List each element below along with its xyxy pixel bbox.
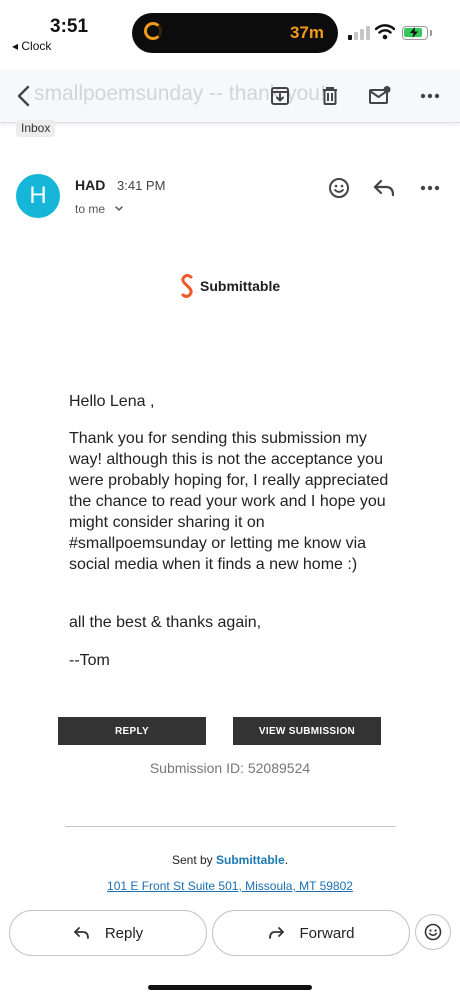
email-closing: all the best & thanks again, xyxy=(69,614,262,631)
back-button[interactable] xyxy=(6,78,42,114)
recipient-text: to me xyxy=(75,202,106,216)
mark-unread-icon xyxy=(369,86,391,104)
battery-tip xyxy=(430,30,432,36)
forward-button[interactable]: Forward xyxy=(212,910,410,956)
sender-name[interactable]: HAD xyxy=(75,177,105,193)
submittable-logo: Submittable xyxy=(180,274,280,298)
archive-button[interactable] xyxy=(262,78,298,114)
back-to-clock-link[interactable]: ◂ Clock xyxy=(12,39,51,53)
archive-icon xyxy=(271,87,289,105)
sent-by-suffix: . xyxy=(284,853,289,867)
cellular-signal-icon xyxy=(348,26,370,40)
battery-icon xyxy=(402,26,428,40)
inbox-label-chip[interactable]: Inbox xyxy=(16,120,56,137)
home-indicator[interactable] xyxy=(148,985,312,990)
charging-bolt-icon xyxy=(410,27,418,38)
status-bar: 3:51 ◂ Clock 37m xyxy=(0,0,460,70)
view-submission-button[interactable]: VIEW SUBMISSION xyxy=(233,717,381,745)
react-emoji-button[interactable] xyxy=(327,176,351,200)
chevron-down-icon xyxy=(115,206,124,212)
reply-button[interactable]: Reply xyxy=(9,910,207,956)
sent-time: 3:41 PM xyxy=(117,178,166,193)
smiley-face-icon xyxy=(424,923,442,941)
dynamic-island[interactable]: 37m xyxy=(132,13,338,53)
message-toolbar: smallpoemsunday -- thank you! xyxy=(0,70,460,123)
emoji-reaction-button[interactable] xyxy=(415,914,451,950)
more-horizontal-icon xyxy=(420,93,440,99)
reply-arrow-icon xyxy=(373,179,395,197)
footer-divider xyxy=(65,826,396,827)
reply-icon-button[interactable] xyxy=(372,176,396,200)
sent-by-brand-link[interactable]: Submittable xyxy=(216,853,285,867)
timer-ring-icon xyxy=(144,22,162,40)
sender-avatar[interactable]: H xyxy=(16,174,60,218)
mark-unread-button[interactable] xyxy=(362,78,398,114)
forward-label: Forward xyxy=(299,924,355,942)
submittable-logo-icon xyxy=(181,274,193,298)
address-link[interactable]: 101 E Front St Suite 501, Missoula, MT 5… xyxy=(0,879,460,893)
recipient-details-toggle[interactable]: to me xyxy=(75,202,124,216)
status-time: 3:51 xyxy=(50,16,89,37)
submission-id: Submission ID: 52089524 xyxy=(149,760,311,776)
submittable-logo-text: Submittable xyxy=(200,278,281,294)
more-horizontal-icon xyxy=(420,185,440,191)
wifi-icon xyxy=(375,24,395,40)
email-signature: --Tom xyxy=(69,652,110,669)
sent-by-line: Sent by Submittable. xyxy=(0,853,460,867)
email-reply-button[interactable]: REPLY xyxy=(58,717,206,745)
reply-arrow-icon xyxy=(73,927,89,939)
island-timer-text: 37m xyxy=(289,23,324,42)
email-paragraph: Thank you for sending this submission my… xyxy=(69,430,389,573)
email-greeting: Hello Lena , xyxy=(69,393,155,410)
smiley-face-icon xyxy=(329,178,349,198)
reply-label: Reply xyxy=(104,924,144,942)
sent-by-prefix: Sent by xyxy=(171,853,213,867)
delete-button[interactable] xyxy=(312,78,348,114)
more-options-button[interactable] xyxy=(412,78,448,114)
trash-icon xyxy=(323,87,337,105)
forward-arrow-icon xyxy=(269,927,285,939)
chevron-left-icon xyxy=(17,85,30,107)
message-more-button[interactable] xyxy=(418,176,442,200)
